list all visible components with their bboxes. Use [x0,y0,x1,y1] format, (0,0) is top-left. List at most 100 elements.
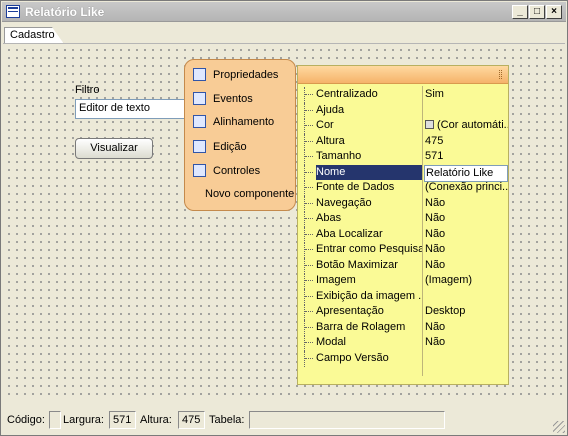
new-component-item[interactable]: Novo componente [205,188,294,200]
altura-label: Altura: [140,414,172,426]
property-name: Modal [316,336,346,348]
edit-icon [193,140,206,153]
property-value[interactable]: Relatório Like [424,164,508,182]
tree-connector [304,149,314,165]
property-row[interactable]: Aba Localizar Não [298,226,508,243]
tree-connector [304,195,314,212]
properties-panel: Centralizado Sim Ajuda Cor (Cor automáti... A… [297,65,509,385]
property-name: Ajuda [316,103,345,116]
property-value[interactable]: Não [424,320,508,335]
tree-connector [304,335,314,351]
property-value[interactable]: Não [424,335,508,350]
property-name: Imagem [316,274,356,286]
menu-item-edicao[interactable]: Edição [191,138,291,156]
tree-connector [304,102,314,119]
property-row[interactable]: Exibição da imagem ... [298,288,508,305]
tree-connector [304,118,314,134]
property-row[interactable]: Modal Não [298,335,508,351]
property-name: Nome [316,164,422,180]
grip-icon[interactable] [499,70,502,79]
codigo-label: Código: [7,414,45,426]
minimize-button[interactable]: _ [512,5,528,19]
property-row[interactable]: Fonte de Dados (Conexão princi... [298,180,508,196]
menu-item-propriedades[interactable]: Propriedades [191,66,291,84]
context-menu: Propriedades Eventos Alinhamento Edição … [184,59,296,211]
alignment-icon [193,115,206,128]
property-value[interactable]: Não [424,196,508,211]
menu-item-controles[interactable]: Controles [191,162,291,180]
events-icon [193,92,206,105]
visualizar-button[interactable]: Visualizar [75,138,153,159]
resize-grip[interactable] [553,421,565,433]
property-name: Apresentação [316,305,384,317]
property-name: Cor [316,119,334,131]
maximize-button[interactable]: □ [529,5,545,19]
property-value[interactable]: Não [424,242,508,257]
property-row[interactable]: Navegação Não [298,195,508,212]
largura-field: 571 [109,411,136,429]
property-row[interactable]: Entrar como Pesquisa Não [298,242,508,258]
property-name: Botão Maximizar [316,258,398,271]
filter-input[interactable]: Editor de texto [75,99,193,119]
tree-connector [304,288,314,305]
tree-connector [304,180,314,196]
tabela-field [249,411,445,429]
window-title: Relatório Like [25,5,105,19]
filter-label: Filtro [75,84,100,96]
property-name: Fonte de Dados [316,181,395,193]
property-name: Abas [316,212,342,224]
property-row[interactable]: Nome Relatório Like [298,164,508,182]
property-row[interactable]: Ajuda [298,102,508,119]
property-value[interactable]: Não [424,258,508,273]
tree-connector [304,133,314,150]
altura-field: 475 [178,411,205,429]
properties-header[interactable] [298,66,508,84]
property-name: Altura [316,134,345,147]
property-name: Entrar como Pesquisa [316,243,422,255]
menu-item-alinhamento[interactable]: Alinhamento [191,113,291,131]
properties-icon [193,68,206,81]
property-value[interactable]: (Cor automáti... [424,118,508,133]
property-name: Centralizado [316,88,378,100]
property-row[interactable]: Altura 475 [298,133,508,150]
property-row[interactable]: Cor (Cor automáti... [298,118,508,134]
property-row[interactable]: Imagem (Imagem) [298,273,508,289]
property-name: Campo Versão [316,351,389,364]
tree-connector [304,164,314,181]
property-name: Navegação [316,196,372,209]
tree-connector [304,273,314,289]
tree-connector [304,87,314,103]
color-swatch-icon [425,120,434,129]
largura-label: Largura: [63,414,104,426]
property-row[interactable]: Centralizado Sim [298,87,508,103]
tab-cadastro[interactable]: Cadastro [4,27,64,44]
property-value-text: (Cor automáti... [437,119,508,131]
menu-item-eventos[interactable]: Eventos [191,90,291,108]
property-value[interactable]: Sim [424,87,508,102]
property-row[interactable]: Barra de Rolagem Não [298,319,508,336]
tree-connector [304,257,314,274]
app-icon [6,5,20,18]
tree-connector [304,319,314,336]
property-name: Barra de Rolagem [316,320,406,333]
tab-strip: Cadastro [2,23,566,44]
property-value[interactable]: 475 [424,134,508,149]
property-value[interactable]: Não [424,227,508,242]
property-name: Tamanho [316,150,362,162]
property-value[interactable]: (Imagem) [424,273,508,288]
controls-icon [193,164,206,177]
property-value[interactable]: (Conexão princi... [424,180,508,195]
title-bar[interactable]: Relatório Like _ □ × [2,2,566,22]
tree-connector [304,242,314,258]
property-value[interactable]: 571 [424,149,508,164]
codigo-field [49,411,61,429]
property-row[interactable]: Tamanho 571 [298,149,508,165]
property-value[interactable]: Desktop [424,304,508,319]
property-row[interactable]: Abas Não [298,211,508,227]
property-value[interactable]: Não [424,211,508,226]
property-row[interactable]: Apresentação Desktop [298,304,508,320]
close-button[interactable]: × [546,5,562,19]
app-window: Relatório Like _ □ × Cadastro Filtro Edi… [0,0,568,436]
property-row[interactable]: Botão Maximizar Não [298,257,508,274]
property-row[interactable]: Campo Versão [298,350,508,367]
